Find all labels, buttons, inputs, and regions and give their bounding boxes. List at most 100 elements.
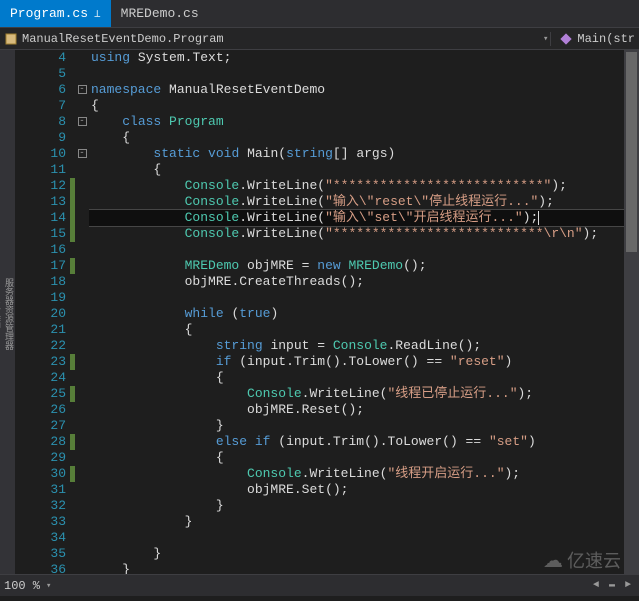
fold-marker[interactable]: - — [75, 146, 89, 162]
line-number: 31 — [15, 482, 66, 498]
code-line[interactable] — [89, 66, 639, 82]
code-line[interactable]: { — [89, 162, 639, 178]
fold-marker — [75, 242, 89, 258]
code-line[interactable]: { — [89, 450, 639, 466]
code-line[interactable]: MREDemo objMRE = new MREDemo(); — [89, 258, 639, 274]
vertical-scrollbar[interactable]: ▲ — [624, 50, 639, 574]
line-number: 34 — [15, 530, 66, 546]
code-line[interactable]: } — [89, 514, 639, 530]
scroll-thumb[interactable] — [626, 52, 637, 252]
fold-marker — [75, 338, 89, 354]
code-line[interactable]: while (true) — [89, 306, 639, 322]
nav-bar: ManualResetEventDemo.Program ▾ Main(str — [0, 28, 639, 50]
pin-icon[interactable]: ⟂ — [94, 7, 101, 21]
code-line[interactable]: static void Main(string[] args) — [89, 146, 639, 162]
line-number: 5 — [15, 66, 66, 82]
code-line[interactable]: Console.WriteLine("*********************… — [89, 226, 639, 242]
chevron-down-icon: ▾ — [543, 34, 548, 44]
side-toolstrip[interactable]: 服务器资源管理器 工具箱 — [0, 50, 15, 574]
code-line[interactable]: string input = Console.ReadLine(); — [89, 338, 639, 354]
method-icon — [559, 32, 573, 46]
code-line[interactable]: objMRE.Set(); — [89, 482, 639, 498]
scroll-right-icon[interactable]: ► — [621, 579, 635, 593]
line-number-gutter: 4567891011121314151617181920212223242526… — [15, 50, 70, 574]
class-icon — [4, 32, 18, 46]
scroll-left-icon[interactable]: ◄ — [589, 579, 603, 593]
code-line[interactable]: Console.WriteLine("输入\"reset\"停止线程运行..."… — [89, 194, 639, 210]
scroll-handle-icon[interactable]: ▬ — [605, 579, 619, 593]
line-number: 24 — [15, 370, 66, 386]
fold-marker[interactable]: - — [75, 82, 89, 98]
fold-marker — [75, 130, 89, 146]
code-line[interactable]: { — [89, 370, 639, 386]
fold-marker — [75, 66, 89, 82]
tab-mredemo-cs[interactable]: MREDemo.cs — [111, 0, 209, 27]
nav-scope-dropdown[interactable]: ManualResetEventDemo.Program ▾ — [4, 32, 550, 46]
code-line[interactable]: class Program — [89, 114, 639, 130]
code-line[interactable] — [89, 530, 639, 546]
line-number: 35 — [15, 546, 66, 562]
code-line[interactable]: objMRE.CreateThreads(); — [89, 274, 639, 290]
fold-marker — [75, 562, 89, 578]
fold-marker — [75, 354, 89, 370]
line-number: 27 — [15, 418, 66, 434]
code-line[interactable]: { — [89, 98, 639, 114]
code-line[interactable]: else if (input.Trim().ToLower() == "set"… — [89, 434, 639, 450]
code-line[interactable] — [89, 290, 639, 306]
code-line[interactable]: namespace ManualResetEventDemo — [89, 82, 639, 98]
code-line[interactable]: using System.Text; — [89, 50, 639, 66]
line-number: 19 — [15, 290, 66, 306]
editor-footer: 100 % ▾ ◄ ▬ ► — [0, 574, 639, 596]
fold-marker — [75, 466, 89, 482]
fold-marker — [75, 498, 89, 514]
line-number: 15 — [15, 226, 66, 242]
line-number: 21 — [15, 322, 66, 338]
line-number: 14 — [15, 210, 66, 226]
fold-marker — [75, 434, 89, 450]
tab-program-cs[interactable]: Program.cs ⟂ — [0, 0, 111, 27]
line-number: 11 — [15, 162, 66, 178]
fold-marker — [75, 162, 89, 178]
line-number: 28 — [15, 434, 66, 450]
fold-marker[interactable]: - — [75, 114, 89, 130]
scroll-nav: ◄ ▬ ► — [589, 579, 635, 593]
code-line[interactable]: } — [89, 418, 639, 434]
line-number: 33 — [15, 514, 66, 530]
fold-marker — [75, 450, 89, 466]
nav-member-dropdown[interactable]: Main(str — [550, 32, 635, 46]
line-number: 32 — [15, 498, 66, 514]
fold-marker — [75, 194, 89, 210]
line-number: 23 — [15, 354, 66, 370]
fold-marker — [75, 178, 89, 194]
code-line[interactable]: Console.WriteLine("输入\"set\"开启线程运行..."); — [89, 210, 639, 226]
fold-marker — [75, 402, 89, 418]
code-line[interactable]: { — [89, 322, 639, 338]
outline-column: - - - — [75, 50, 89, 574]
editor-area: 服务器资源管理器 工具箱 456789101112131415161718192… — [0, 50, 639, 574]
text-caret — [538, 211, 539, 225]
zoom-value: 100 % — [4, 579, 40, 593]
line-number: 12 — [15, 178, 66, 194]
line-number: 4 — [15, 50, 66, 66]
cloud-icon: ☁ — [543, 548, 563, 573]
fold-marker — [75, 546, 89, 562]
fold-marker — [75, 306, 89, 322]
code-editor[interactable]: using System.Text; namespace ManualResetE… — [89, 50, 639, 574]
code-line[interactable]: Console.WriteLine("线程已停止运行..."); — [89, 386, 639, 402]
code-line[interactable]: Console.WriteLine("*********************… — [89, 178, 639, 194]
line-number: 26 — [15, 402, 66, 418]
line-number: 25 — [15, 386, 66, 402]
fold-marker — [75, 514, 89, 530]
code-line[interactable]: { — [89, 130, 639, 146]
line-number: 7 — [15, 98, 66, 114]
code-line[interactable]: objMRE.Reset(); — [89, 402, 639, 418]
code-line[interactable]: Console.WriteLine("线程开启运行..."); — [89, 466, 639, 482]
code-line[interactable]: } — [89, 498, 639, 514]
fold-marker — [75, 322, 89, 338]
fold-marker — [75, 98, 89, 114]
code-line[interactable] — [89, 242, 639, 258]
line-number: 29 — [15, 450, 66, 466]
fold-marker — [75, 274, 89, 290]
zoom-dropdown[interactable]: 100 % ▾ — [4, 579, 53, 593]
code-line[interactable]: if (input.Trim().ToLower() == "reset") — [89, 354, 639, 370]
